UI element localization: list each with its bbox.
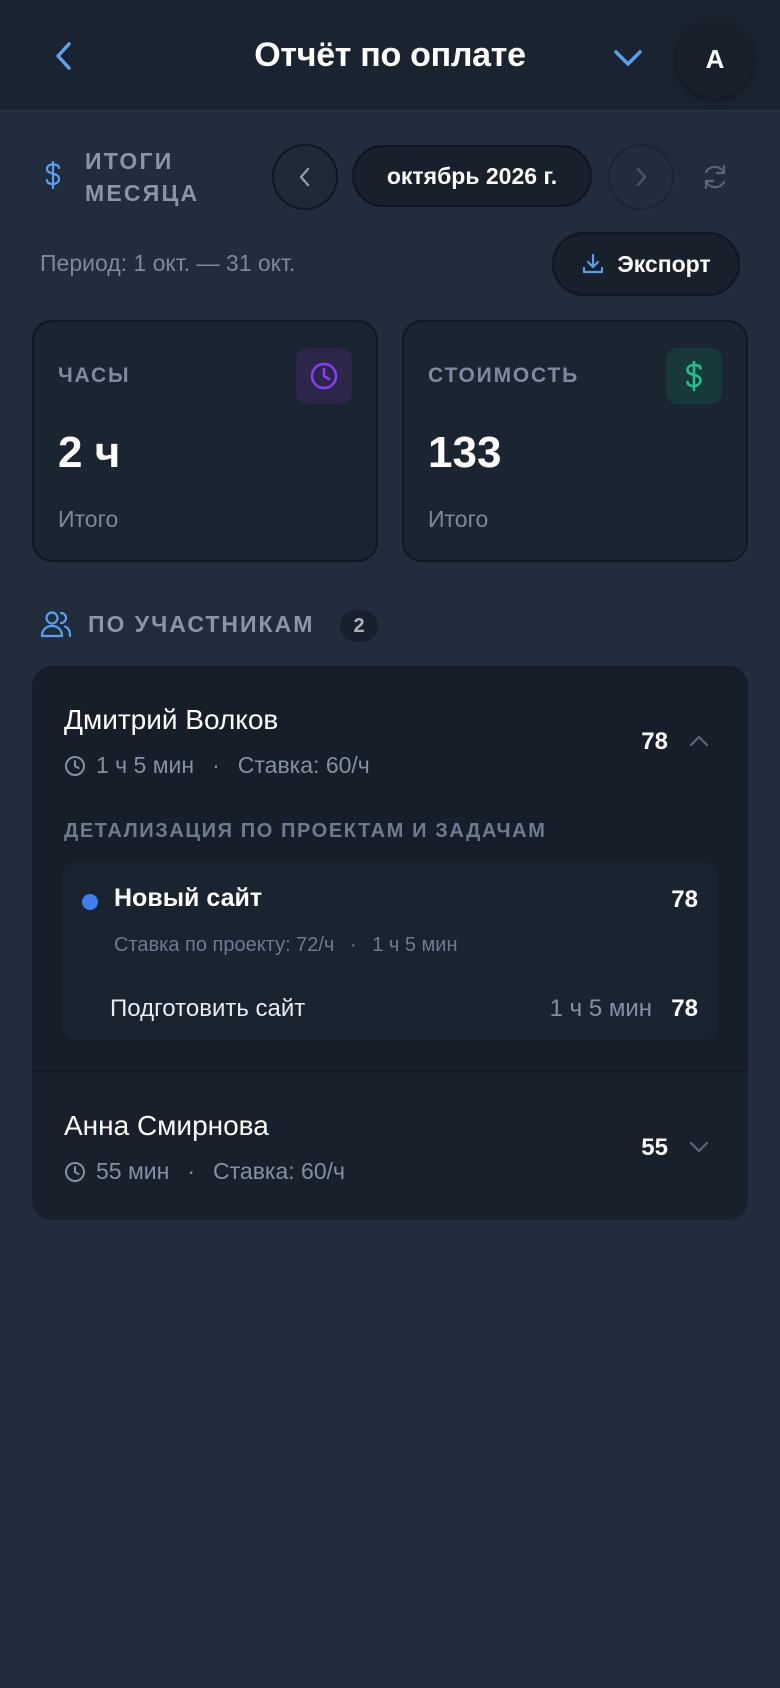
cost-card: СТОИМОСТЬ 133 Итого <box>402 320 748 562</box>
project-name: Новый сайт <box>114 884 263 912</box>
task-time: 1 ч 5 мин <box>549 995 652 1022</box>
clock-icon <box>65 755 85 776</box>
project-meta: Ставка по проекту: 72/ч · 1 ч 5 мин <box>114 934 458 957</box>
meta-separator: · <box>349 934 357 956</box>
refresh-button[interactable] <box>696 158 734 196</box>
app-header: Отчёт по оплате А <box>0 0 780 111</box>
period-label: Период: 1 окт. — 31 окт. <box>40 250 296 276</box>
summary-title: ИТОГИ МЕСЯЦА <box>85 148 200 206</box>
refresh-icon <box>704 164 726 190</box>
member-rate: Ставка: 60/ч <box>213 1158 346 1184</box>
project-card: Новый сайт 78 Ставка по проекту: 72/ч · … <box>62 862 718 1040</box>
dollar-icon <box>45 160 61 190</box>
chevron-up-icon <box>689 735 709 747</box>
page-title: Отчёт по оплате <box>254 36 526 74</box>
prev-month-button[interactable] <box>272 144 338 210</box>
member-row[interactable]: Дмитрий Волков 1 ч 5 мин · Ставка: 60/ч … <box>32 666 748 1072</box>
members-section-title: ПО УЧАСТНИКАМ <box>88 611 315 637</box>
hours-label: ЧАСЫ <box>58 364 131 387</box>
project-color-dot <box>82 894 98 910</box>
clock-icon <box>65 1161 85 1182</box>
header-menu-button[interactable] <box>608 38 648 78</box>
users-icon <box>40 611 72 638</box>
expand-button[interactable] <box>686 1134 712 1160</box>
cost-sub: Итого <box>428 506 489 532</box>
chevron-down-icon <box>614 50 642 66</box>
project-amount: 78 <box>671 886 698 913</box>
hours-sub: Итого <box>58 506 119 532</box>
next-month-button[interactable] <box>608 144 674 210</box>
month-selector[interactable]: октябрь 2026 г. <box>352 145 592 207</box>
export-button[interactable]: Экспорт <box>552 232 740 296</box>
member-time: 1 ч 5 мин <box>96 752 195 778</box>
chevron-right-icon <box>636 167 647 187</box>
member-amount: 78 <box>641 728 668 755</box>
detail-title: ДЕТАЛИЗАЦИЯ ПО ПРОЕКТАМ И ЗАДАЧАМ <box>64 820 547 842</box>
meta-separator: · <box>212 752 220 778</box>
task-name: Подготовить сайт <box>110 995 306 1022</box>
clock-icon <box>296 348 352 404</box>
members-count-badge: 2 <box>340 610 378 642</box>
meta-separator: · <box>187 1158 196 1184</box>
export-label: Экспорт <box>617 250 711 277</box>
collapse-button[interactable] <box>686 728 712 754</box>
member-row[interactable]: Анна Смирнова 55 мин · Ставка: 60/ч 55 <box>32 1072 748 1220</box>
member-time: 55 мин <box>96 1158 170 1184</box>
task-amount: 78 <box>671 995 698 1022</box>
avatar[interactable]: А <box>676 20 754 98</box>
cost-label: СТОИМОСТЬ <box>428 364 579 387</box>
cost-value: 133 <box>428 428 502 477</box>
hours-value: 2 ч <box>58 428 121 477</box>
project-time: 1 ч 5 мин <box>372 934 458 956</box>
member-amount: 55 <box>641 1134 668 1161</box>
member-meta: 55 мин · Ставка: 60/ч <box>64 1158 345 1185</box>
project-rate: Ставка по проекту: 72/ч <box>114 934 335 956</box>
download-icon <box>583 253 604 274</box>
members-list: Дмитрий Волков 1 ч 5 мин · Ставка: 60/ч … <box>32 666 748 1220</box>
member-meta: 1 ч 5 мин · Ставка: 60/ч <box>64 752 370 779</box>
member-name: Дмитрий Волков <box>64 704 279 735</box>
dollar-icon <box>666 348 722 404</box>
member-name: Анна Смирнова <box>64 1110 269 1141</box>
hours-card: ЧАСЫ 2 ч Итого <box>32 320 378 562</box>
chevron-down-icon <box>689 1141 709 1153</box>
member-rate: Ставка: 60/ч <box>237 752 370 778</box>
chevron-left-icon <box>299 167 310 187</box>
task-row: Подготовить сайт 1 ч 5 мин 78 <box>62 972 718 1040</box>
